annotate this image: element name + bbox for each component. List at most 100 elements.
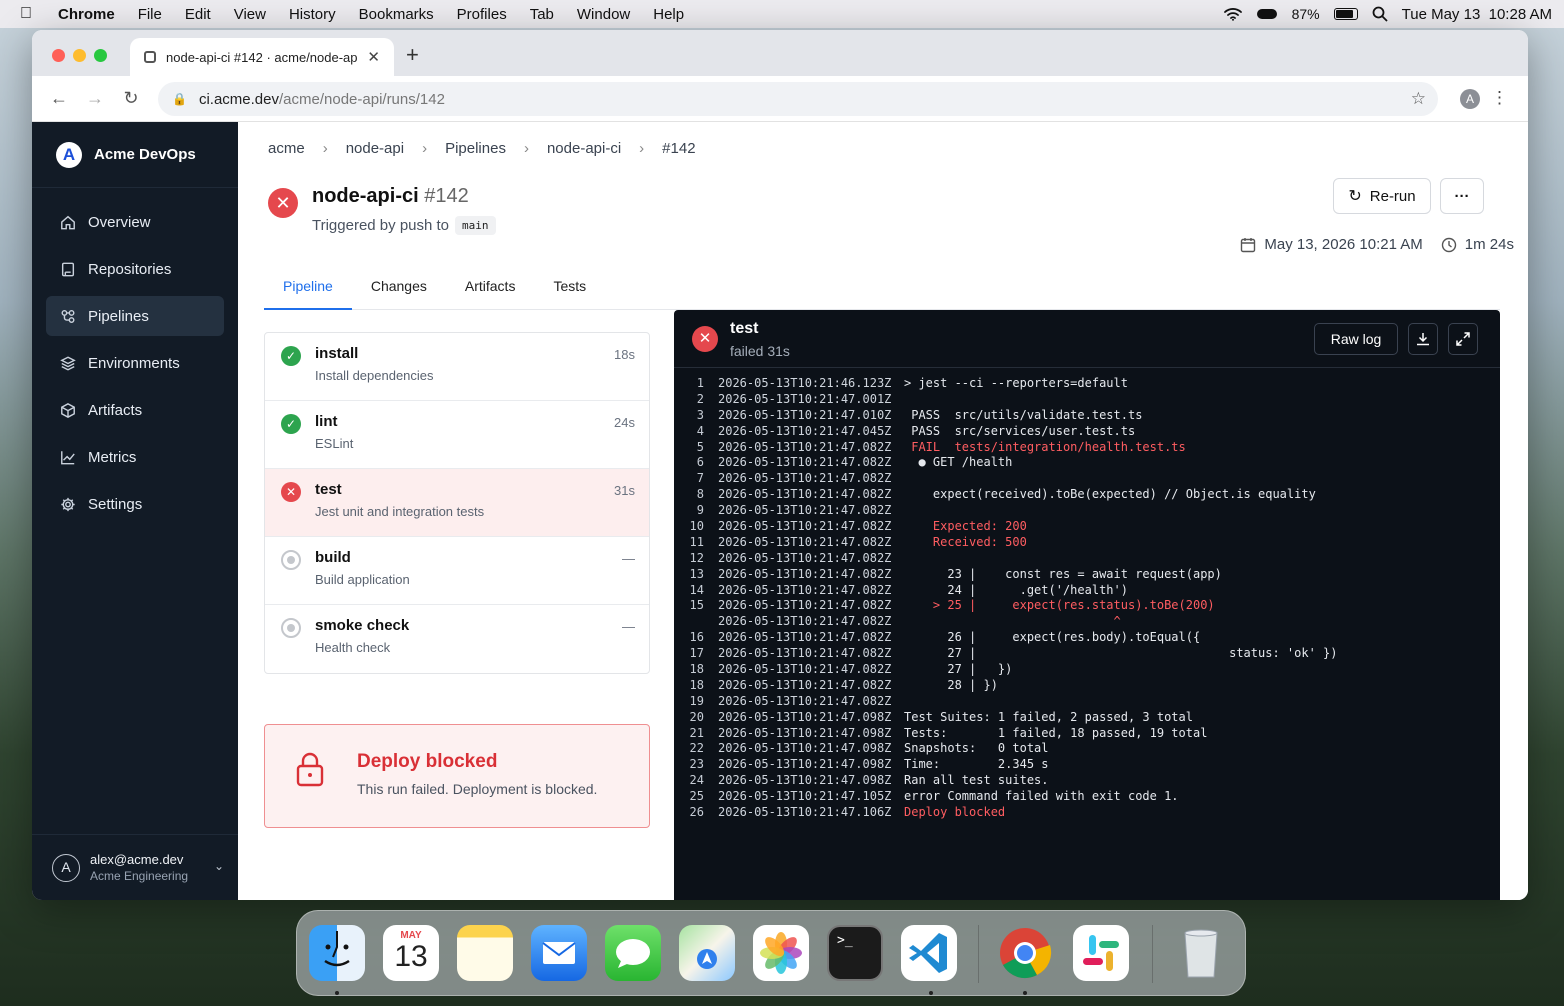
log-timestamp: 2026-05-13T10:21:47.082Z xyxy=(718,662,892,677)
window-controls xyxy=(52,49,107,62)
menubar-clock[interactable]: Tue May 13 10:28 AM xyxy=(1402,6,1552,23)
step-lint[interactable]: ✓ lint ESLint 24s xyxy=(265,401,649,469)
more-actions-button[interactable]: ··· xyxy=(1440,178,1484,214)
tab-pipeline[interactable]: Pipeline xyxy=(264,278,352,310)
browser-menu-icon[interactable]: ⋮ xyxy=(1491,88,1508,108)
log-timestamp: 2026-05-13T10:21:47.082Z xyxy=(718,630,892,645)
apple-icon[interactable]:  xyxy=(20,5,40,23)
breadcrumb-repo[interactable]: node-api xyxy=(346,140,404,157)
maps-icon[interactable] xyxy=(679,925,735,981)
log-line-number: 3 xyxy=(696,407,704,422)
menu-edit[interactable]: Edit xyxy=(185,6,211,23)
log-timestamp: 2026-05-13T10:21:47.045Z xyxy=(718,423,892,438)
raw-log-button[interactable]: Raw log xyxy=(1314,323,1398,355)
expand-button[interactable] xyxy=(1448,323,1478,355)
sidebar-item-artifacts[interactable]: Artifacts xyxy=(46,390,224,430)
step-install[interactable]: ✓ install Install dependencies 18s xyxy=(265,333,649,401)
vscode-icon[interactable] xyxy=(901,925,957,981)
messages-icon[interactable] xyxy=(605,925,661,981)
breadcrumb-pipelines[interactable]: Pipelines xyxy=(445,140,506,157)
slack-icon[interactable] xyxy=(1073,925,1129,981)
tab-artifacts[interactable]: Artifacts xyxy=(446,278,535,310)
sidebar: A Acme DevOps Overview Repositories Pipe… xyxy=(32,122,238,900)
forward-icon[interactable]: → xyxy=(86,88,104,109)
download-button[interactable] xyxy=(1408,323,1438,355)
sidebar-item-settings[interactable]: Settings xyxy=(46,484,224,524)
tab-tests[interactable]: Tests xyxy=(534,278,605,310)
close-tab-icon[interactable]: ✕ xyxy=(367,48,380,66)
sidebar-item-label: Settings xyxy=(88,495,143,513)
step-smoke-check[interactable]: smoke check Health check — xyxy=(265,605,649,673)
back-icon[interactable]: ← xyxy=(50,88,68,109)
log-timestamp: 2026-05-13T10:21:47.082Z xyxy=(718,582,892,597)
log-line-number: 8 xyxy=(696,487,704,502)
calendar-icon[interactable]: MAY 13 xyxy=(383,925,439,981)
sidebar-item-pipelines[interactable]: Pipelines xyxy=(46,296,224,336)
check-icon: ✓ xyxy=(281,414,301,434)
log-text: 26 | expect(res.body).toEqual({ xyxy=(904,630,1201,645)
menu-tab[interactable]: Tab xyxy=(530,6,554,23)
sidebar-item-label: Artifacts xyxy=(88,401,143,419)
terminal-icon[interactable]: >_ xyxy=(827,925,883,981)
book-icon xyxy=(60,261,76,277)
breadcrumb-pipeline[interactable]: node-api-ci xyxy=(547,140,621,157)
zoom-window-button[interactable] xyxy=(94,49,107,62)
log-timestamp: 2026-05-13T10:21:46.123Z xyxy=(718,376,892,390)
chevron-down-icon[interactable]: ⌄ xyxy=(214,859,224,873)
menu-history[interactable]: History xyxy=(289,6,336,23)
trash-icon[interactable] xyxy=(1173,925,1229,981)
page-title: node-api-ci #142 xyxy=(312,185,469,208)
step-test[interactable]: ✕ test Jest unit and integration tests 3… xyxy=(265,469,649,537)
new-tab-icon[interactable]: + xyxy=(406,42,419,68)
user-menu[interactable]: A alex@acme.dev Acme Engineering ⌄ xyxy=(32,834,238,900)
search-icon[interactable] xyxy=(1372,6,1388,22)
brand[interactable]: A Acme DevOps xyxy=(32,122,238,188)
sidebar-item-overview[interactable]: Overview xyxy=(46,202,224,242)
menu-file[interactable]: File xyxy=(138,6,162,23)
sidebar-item-label: Environments xyxy=(88,354,180,372)
sidebar-item-environments[interactable]: Environments xyxy=(46,343,224,383)
branch-badge[interactable]: main xyxy=(455,216,496,235)
breadcrumb-separator-icon: › xyxy=(639,140,645,157)
breadcrumb-org[interactable]: acme xyxy=(268,140,305,157)
log-output[interactable]: 1 2026-05-13T10:21:46.123Z > jest --ci --r… xyxy=(674,376,1500,821)
log-timestamp: 2026-05-13T10:21:47.082Z xyxy=(718,646,892,661)
finder-icon[interactable] xyxy=(309,925,365,981)
log-line-number: 20 xyxy=(689,709,704,724)
step-build[interactable]: build Build application — xyxy=(265,537,649,605)
chrome-icon[interactable] xyxy=(997,925,1053,981)
log-line: 2026-05-13T10:21:47.082Z ^ xyxy=(674,614,1500,630)
menu-view[interactable]: View xyxy=(234,6,266,23)
browser-tab[interactable]: node-api-ci #142 · acme/node-ap ✕ xyxy=(130,38,394,76)
bookmark-star-icon[interactable]: ☆ xyxy=(1411,89,1426,109)
breadcrumb-separator-icon: › xyxy=(322,140,328,157)
mail-icon[interactable] xyxy=(531,925,587,981)
photos-icon[interactable] xyxy=(753,925,809,981)
log-line: 20 2026-05-13T10:21:47.098Z Test Suites: 1… xyxy=(674,710,1500,726)
tab-changes[interactable]: Changes xyxy=(352,278,446,310)
rerun-button[interactable]: ↻ Re-run xyxy=(1333,178,1431,214)
close-window-button[interactable] xyxy=(52,49,65,62)
menu-window[interactable]: Window xyxy=(577,6,630,23)
menu-app-name[interactable]: Chrome xyxy=(58,6,115,23)
minimize-window-button[interactable] xyxy=(73,49,86,62)
step-desc: Jest unit and integration tests xyxy=(315,504,485,519)
focus-icon[interactable] xyxy=(1256,8,1278,20)
reload-icon[interactable]: ↻ xyxy=(122,88,140,109)
log-line-number: 5 xyxy=(696,439,704,454)
notes-icon[interactable] xyxy=(457,925,513,981)
more-icon: ··· xyxy=(1454,187,1470,205)
lock-icon[interactable]: 🔒 xyxy=(172,92,187,106)
battery-icon[interactable] xyxy=(1333,8,1358,20)
menu-help[interactable]: Help xyxy=(653,6,684,23)
menu-bookmarks[interactable]: Bookmarks xyxy=(359,6,434,23)
log-line-number: 26 xyxy=(689,805,704,820)
log-line: 2 2026-05-13T10:21:47.001Z xyxy=(674,392,1500,408)
menu-profiles[interactable]: Profiles xyxy=(457,6,507,23)
address-bar[interactable]: 🔒 ci.acme.dev/acme/node-api/runs/142 ☆ xyxy=(158,82,1438,116)
profile-avatar[interactable]: A xyxy=(1460,89,1480,109)
sidebar-item-metrics[interactable]: Metrics xyxy=(46,437,224,477)
sidebar-item-repositories[interactable]: Repositories xyxy=(46,249,224,289)
wifi-icon[interactable] xyxy=(1223,7,1242,21)
log-line: 13 2026-05-13T10:21:47.082Z 23 | const re… xyxy=(674,567,1500,583)
